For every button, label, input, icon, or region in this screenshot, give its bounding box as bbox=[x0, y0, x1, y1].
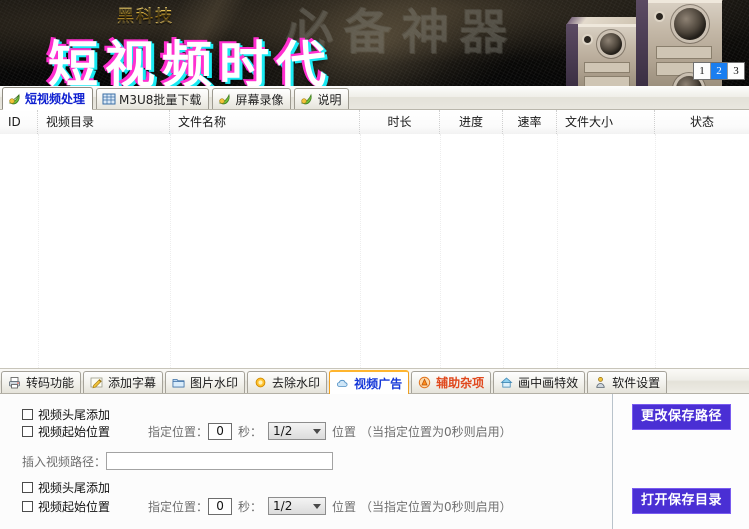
task-list-body[interactable] bbox=[0, 134, 749, 368]
chevron-down-icon bbox=[313, 428, 322, 434]
label-seconds-1: 秒： bbox=[238, 424, 263, 439]
tab-label: M3U8批量下载 bbox=[119, 92, 202, 107]
pencil-icon bbox=[90, 376, 104, 390]
tab-screen-recorder[interactable]: 屏幕录像 bbox=[212, 88, 292, 109]
column-header-filename[interactable]: 文件名称 bbox=[170, 110, 360, 134]
tab-software-settings[interactable]: 软件设置 bbox=[587, 371, 668, 393]
checkbox-head-tail-2-label: 视频头尾添加 bbox=[38, 481, 111, 495]
tab-label: 添加字幕 bbox=[108, 376, 157, 390]
alert-icon bbox=[418, 376, 432, 390]
tab-m3u8-batch-download[interactable]: M3U8批量下载 bbox=[96, 88, 210, 109]
tab-add-subtitle[interactable]: 添加字幕 bbox=[83, 371, 164, 393]
sun-icon bbox=[254, 376, 268, 390]
tab-label: 画中画特效 bbox=[518, 376, 579, 390]
header-banner: 必备神器 黑科技 短视频时代 1 2 3 bbox=[0, 0, 749, 86]
cloud-icon bbox=[336, 377, 350, 391]
tab-transcode[interactable]: 转码功能 bbox=[1, 371, 82, 393]
tab-label: 去除水印 bbox=[272, 376, 321, 390]
column-header-progress[interactable]: 进度 bbox=[440, 110, 503, 134]
checkbox-start-position-2[interactable] bbox=[22, 501, 33, 512]
row-start-position-2: 视频起始位置 bbox=[22, 498, 110, 515]
tab-instructions[interactable]: 说明 bbox=[294, 88, 350, 109]
checkbox-head-tail-1-label: 视频头尾添加 bbox=[38, 408, 111, 422]
house-icon bbox=[500, 376, 514, 390]
select-fraction-2[interactable]: 1/2 bbox=[268, 497, 327, 515]
tab-label: 辅助杂项 bbox=[436, 376, 485, 390]
app-window: 必备神器 黑科技 短视频时代 1 2 3 短视频处理 M3U8批量下载 屏幕录像… bbox=[0, 0, 749, 529]
label-seconds-2: 秒： bbox=[238, 499, 263, 514]
banner-kicker: 黑科技 bbox=[117, 2, 174, 27]
input-position-seconds-1[interactable]: 0 bbox=[208, 422, 233, 440]
banner-title: 短视频时代 bbox=[48, 36, 333, 86]
tab-remove-watermark[interactable]: 去除水印 bbox=[247, 371, 328, 393]
tab-label: 图片水印 bbox=[190, 376, 239, 390]
pager-page-2[interactable]: 2 bbox=[711, 63, 728, 79]
label-position-word-2: 位置 bbox=[332, 499, 357, 514]
change-save-path-button[interactable]: 更改保存路径 bbox=[632, 404, 731, 430]
column-header-speed[interactable]: 速率 bbox=[503, 110, 557, 134]
tab-image-watermark[interactable]: 图片水印 bbox=[165, 371, 246, 393]
hint-text-1: （当指定位置为0秒则启用） bbox=[360, 424, 512, 439]
printer-icon bbox=[8, 376, 22, 390]
checkbox-head-tail-2[interactable] bbox=[22, 482, 33, 493]
row-position-controls-2: 指定位置： 0 秒： 1/2 位置 （当指定位置为0秒则启用） bbox=[148, 497, 512, 515]
tab-short-video-processing[interactable]: 短视频处理 bbox=[2, 87, 94, 110]
grid-icon bbox=[102, 92, 116, 106]
input-insert-video-path[interactable] bbox=[106, 452, 334, 470]
main-tabbar: 短视频处理 M3U8批量下载 屏幕录像 说明 bbox=[0, 86, 749, 110]
label-specify-position-1: 指定位置： bbox=[148, 424, 209, 439]
task-list-header: ID 视频目录 文件名称 时长 进度 速率 文件大小 状态 bbox=[0, 110, 749, 135]
select-fraction-1[interactable]: 1/2 bbox=[268, 422, 327, 440]
tab-label: 转码功能 bbox=[26, 376, 75, 390]
tab-video-ads[interactable]: 视频广告 bbox=[329, 370, 410, 395]
row-head-tail-2: 视频头尾添加 bbox=[22, 479, 110, 496]
leaf-icon bbox=[218, 92, 232, 106]
open-save-directory-button[interactable]: 打开保存目录 bbox=[632, 488, 731, 514]
options-panel: 视频头尾添加 视频起始位置 指定位置： 0 秒： 1/2 位置 （当指定位置为0… bbox=[0, 394, 749, 529]
row-start-position-1: 视频起始位置 bbox=[22, 423, 110, 440]
tab-label: 视频广告 bbox=[354, 377, 403, 391]
checkbox-start-position-1[interactable] bbox=[22, 426, 33, 437]
pager-page-3[interactable]: 3 bbox=[728, 63, 744, 79]
tab-label: 短视频处理 bbox=[25, 92, 86, 106]
options-panel-left: 视频头尾添加 视频起始位置 指定位置： 0 秒： 1/2 位置 （当指定位置为0… bbox=[0, 394, 612, 529]
folder-icon bbox=[172, 376, 186, 390]
task-list: ID 视频目录 文件名称 时长 进度 速率 文件大小 状态 bbox=[0, 110, 749, 368]
checkbox-start-position-1-label: 视频起始位置 bbox=[38, 425, 111, 439]
tab-misc-helpers[interactable]: 辅助杂项 bbox=[411, 371, 492, 393]
leaf-icon bbox=[8, 92, 22, 106]
label-position-word-1: 位置 bbox=[332, 424, 357, 439]
person-icon bbox=[594, 376, 608, 390]
leaf-icon bbox=[300, 92, 314, 106]
options-panel-right: 更改保存路径 打开保存目录 bbox=[613, 394, 749, 529]
hint-text-2: （当指定位置为0秒则启用） bbox=[360, 499, 512, 514]
select-fraction-1-value: 1/2 bbox=[273, 424, 293, 438]
column-header-status[interactable]: 状态 bbox=[655, 110, 749, 134]
row-head-tail-1: 视频头尾添加 bbox=[22, 406, 110, 423]
checkbox-head-tail-1[interactable] bbox=[22, 409, 33, 420]
label-insert-video-path: 插入视频路径： bbox=[22, 454, 107, 469]
column-header-duration[interactable]: 时长 bbox=[360, 110, 440, 134]
banner-pager[interactable]: 1 2 3 bbox=[693, 62, 745, 80]
tab-label: 屏幕录像 bbox=[235, 92, 284, 107]
speaker-tower-small bbox=[566, 17, 644, 86]
select-fraction-2-value: 1/2 bbox=[273, 499, 293, 513]
column-header-directory[interactable]: 视频目录 bbox=[38, 110, 170, 134]
column-header-id[interactable]: ID bbox=[0, 110, 38, 134]
function-tabbar: 转码功能 添加字幕 图片水印 去除水印 视频广告 辅助杂项 画中画特效 软件设置 bbox=[0, 368, 749, 395]
chevron-down-icon bbox=[313, 503, 322, 509]
row-insert-video-path: 插入视频路径： bbox=[22, 452, 334, 470]
tab-pip-effects[interactable]: 画中画特效 bbox=[493, 371, 586, 393]
tab-label: 说明 bbox=[317, 92, 342, 107]
row-position-controls-1: 指定位置： 0 秒： 1/2 位置 （当指定位置为0秒则启用） bbox=[148, 422, 512, 440]
column-header-filesize[interactable]: 文件大小 bbox=[557, 110, 655, 134]
checkbox-start-position-2-label: 视频起始位置 bbox=[38, 500, 111, 514]
tab-label: 软件设置 bbox=[612, 376, 661, 390]
pager-page-1[interactable]: 1 bbox=[694, 63, 711, 79]
label-specify-position-2: 指定位置： bbox=[148, 499, 209, 514]
input-position-seconds-2[interactable]: 0 bbox=[208, 497, 233, 515]
